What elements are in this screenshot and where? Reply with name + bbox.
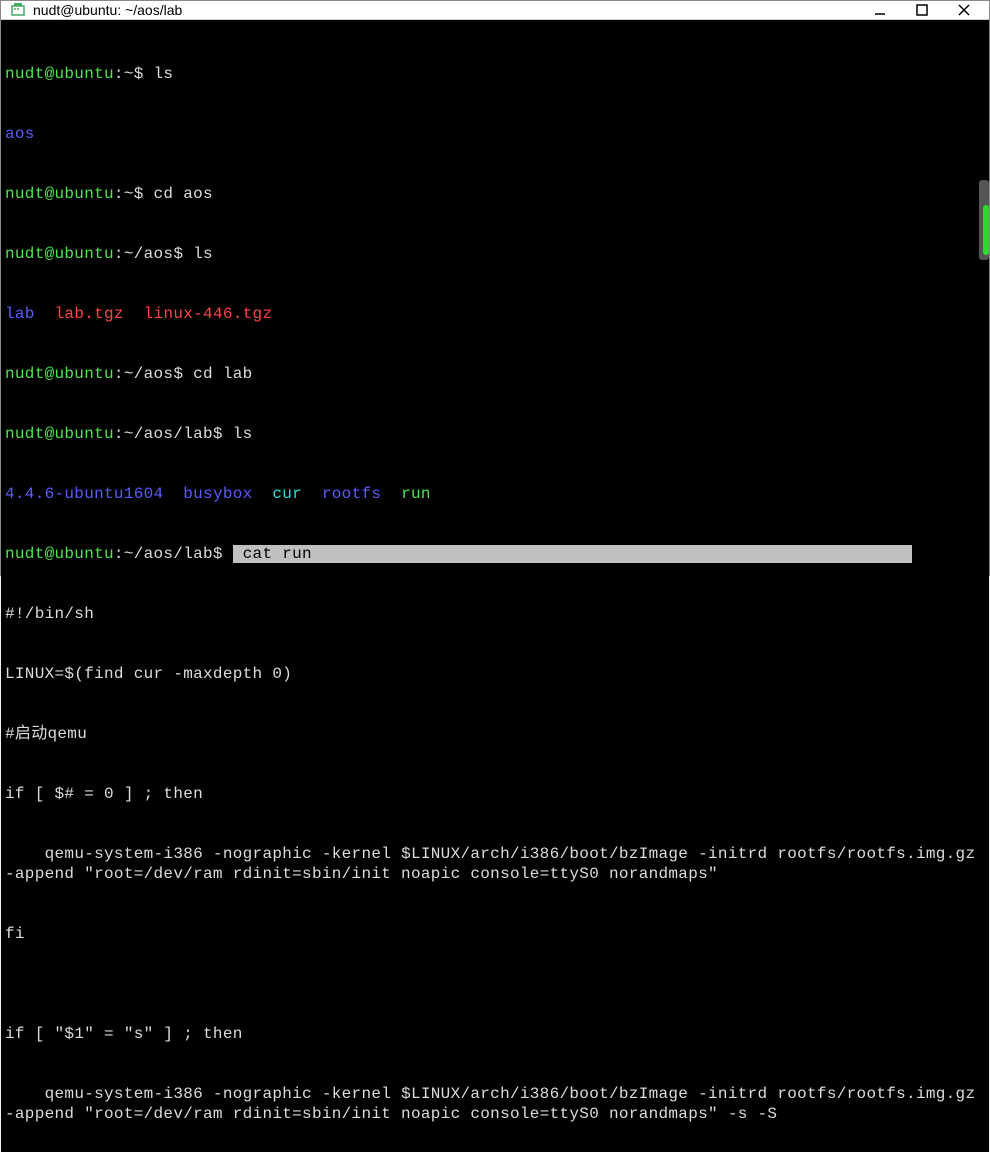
terminal-line: nudt@ubuntu:~/aos/lab$ ls — [5, 424, 985, 444]
minimize-button[interactable] — [871, 1, 889, 19]
terminal-line: qemu-system-i386 -nographic -kernel $LIN… — [5, 1084, 985, 1124]
terminal-line: nudt@ubuntu:~$ ls — [5, 64, 985, 84]
terminal-line: aos — [5, 124, 985, 144]
terminal-line: nudt@ubuntu:~/aos$ cd lab — [5, 364, 985, 384]
scrollbar-indicator — [983, 205, 989, 255]
app-icon — [9, 1, 27, 19]
terminal-line: qemu-system-i386 -nographic -kernel $LIN… — [5, 844, 985, 884]
titlebar: nudt@ubuntu: ~/aos/lab — [1, 1, 989, 20]
terminal-line: nudt@ubuntu:~/aos$ ls — [5, 244, 985, 264]
terminal-line: LINUX=$(find cur -maxdepth 0) — [5, 664, 985, 684]
terminal-line: lab lab.tgz linux-446.tgz — [5, 304, 985, 324]
terminal-line: if [ $# = 0 ] ; then — [5, 784, 985, 804]
terminal-line: #!/bin/sh — [5, 604, 985, 624]
terminal-line: if [ "$1" = "s" ] ; then — [5, 1024, 985, 1044]
maximize-button[interactable] — [913, 1, 931, 19]
terminal-window: nudt@ubuntu: ~/aos/lab nudt@ubuntu:~$ ls… — [0, 0, 990, 576]
terminal-line-highlighted: nudt@ubuntu:~/aos/lab$ cat run — [5, 544, 985, 564]
terminal-line: 4.4.6-ubuntu1604 busybox cur rootfs run — [5, 484, 985, 504]
terminal-body[interactable]: nudt@ubuntu:~$ ls aos nudt@ubuntu:~$ cd … — [1, 20, 989, 1152]
window-title: nudt@ubuntu: ~/aos/lab — [33, 2, 871, 18]
window-controls — [871, 1, 989, 19]
terminal-line: fi — [5, 924, 985, 944]
terminal-line: nudt@ubuntu:~$ cd aos — [5, 184, 985, 204]
terminal-line: #启动qemu — [5, 724, 985, 744]
close-button[interactable] — [955, 1, 973, 19]
